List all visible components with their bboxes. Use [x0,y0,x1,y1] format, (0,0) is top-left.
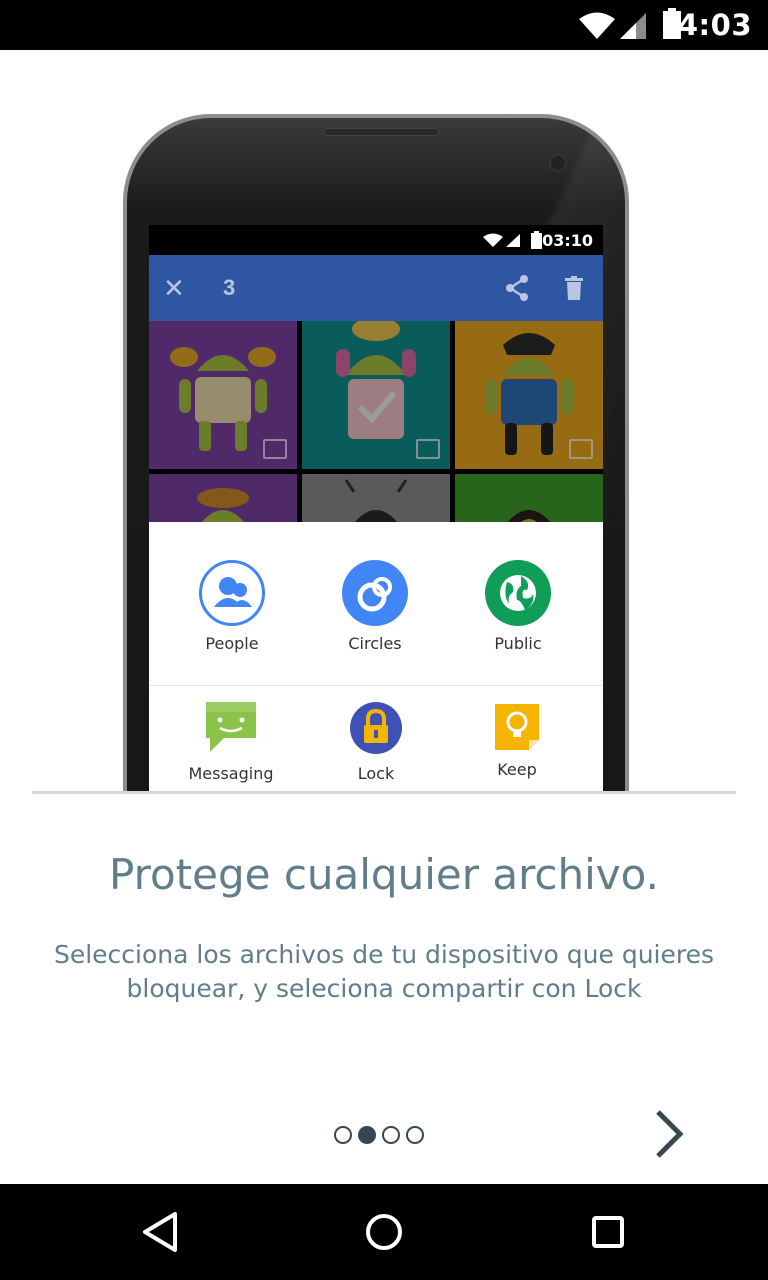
share-target-public: Public [448,560,588,653]
share-label: Public [494,634,542,653]
share-target-keep: Keep [447,702,587,779]
phone-camera [549,154,567,172]
recents-icon [592,1216,624,1248]
inner-signal-icon [506,234,520,247]
share-icon [506,275,528,301]
navigation-bar [0,1184,768,1280]
chevron-right-icon [656,1110,684,1158]
status-time: 4:03 [677,8,752,42]
share-label: Circles [348,634,402,653]
share-label: People [205,634,259,653]
delete-icon [565,276,583,300]
back-icon [143,1212,177,1252]
globe-icon [485,560,551,626]
recents-button[interactable] [584,1208,632,1256]
share-target-people: People [162,560,302,653]
share-target-circles: Circles [305,560,445,653]
cell-signal-icon [620,13,646,39]
home-button[interactable] [360,1208,408,1256]
share-target-lock[interactable]: Lock [306,702,446,783]
page-dot [406,1126,424,1144]
share-label: Keep [497,760,537,779]
next-button[interactable] [648,1106,688,1162]
onboarding-screen: 4:03 03:10 ✕ 3 People Circles Public Mes… [0,0,768,1280]
status-bar: 4:03 [0,0,768,50]
back-button[interactable] [137,1208,185,1256]
photo-grid [149,321,603,622]
page-description: Selecciona los archivos de tu dispositiv… [53,940,715,1003]
messaging-icon [204,700,258,756]
wifi-icon [579,12,615,39]
section-divider [32,791,736,794]
share-label: Lock [357,764,395,783]
page-dot [382,1126,400,1144]
phone-illustration: 03:10 ✕ 3 People Circles Public Messagin… [0,50,768,792]
keep-icon [493,702,541,752]
inner-wifi-icon [483,233,503,247]
share-sheet: People Circles Public Messaging Lock Kee… [149,522,603,792]
selection-overlay [149,321,603,523]
share-label: Messaging [188,764,274,783]
page-dot-active [358,1126,376,1144]
sheet-divider [149,685,603,686]
page-indicator [334,1126,430,1146]
page-title: Protege cualquier archivo. [109,850,659,899]
home-icon [366,1214,402,1250]
inner-battery-icon [531,231,542,249]
phone-speaker [323,128,439,136]
inner-app-bar: ✕ 3 [149,255,603,321]
close-icon: ✕ [163,273,185,303]
inner-status-bar: 03:10 [149,225,603,255]
selected-count: 3 [223,275,236,300]
people-icon [199,560,265,626]
circles-icon [342,560,408,626]
lock-icon [350,702,402,754]
page-dot [334,1126,352,1144]
share-target-messaging: Messaging [161,700,301,783]
inner-status-time: 03:10 [542,231,593,250]
phone-screen: 03:10 ✕ 3 People Circles Public Messagin… [149,225,603,792]
